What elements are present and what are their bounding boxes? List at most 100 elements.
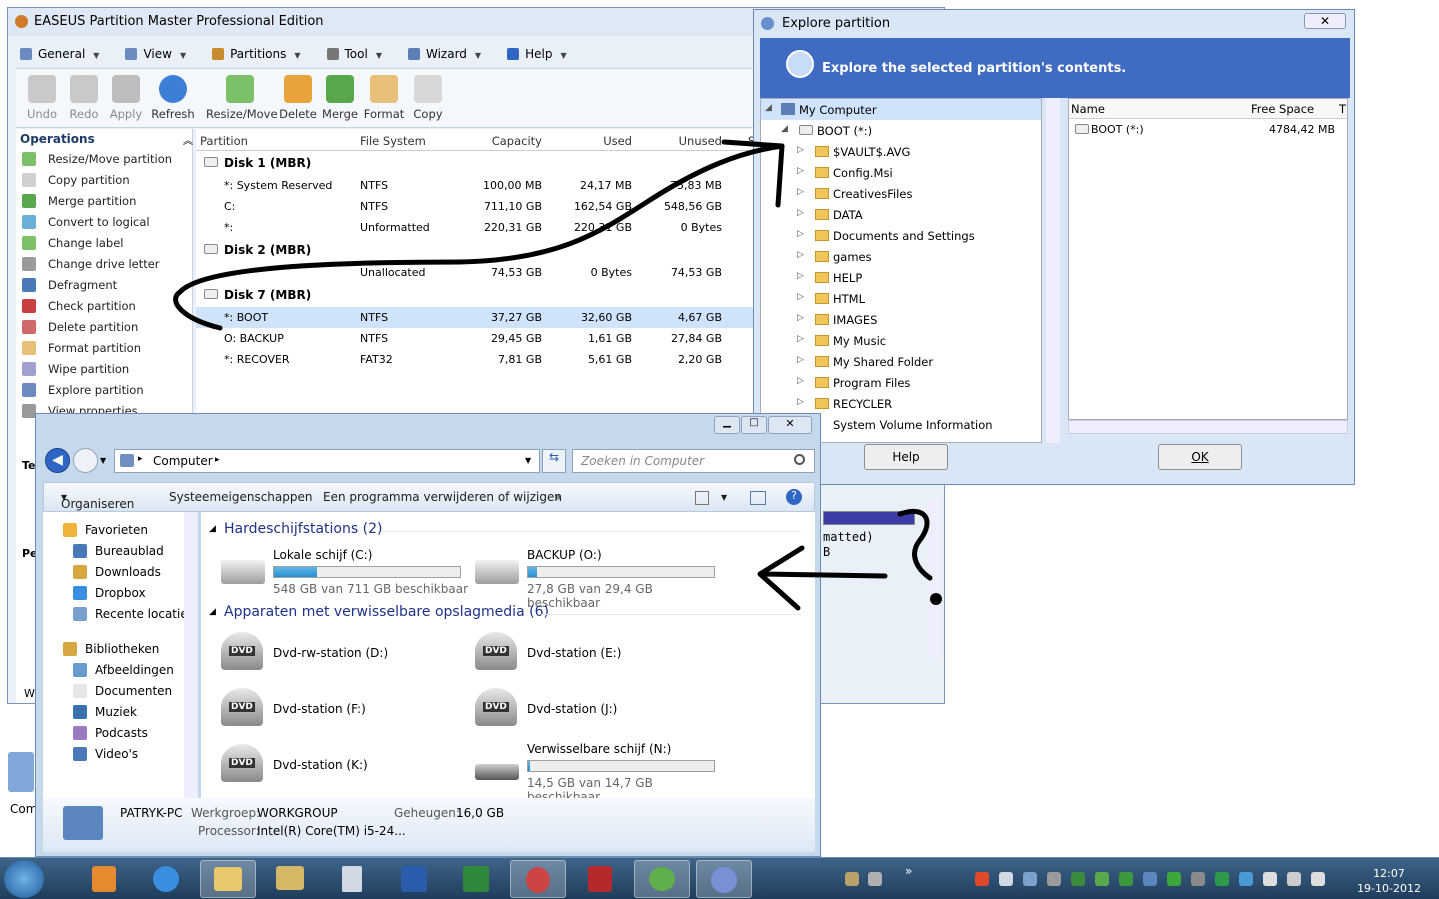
tray-icon[interactable]: [999, 872, 1013, 886]
tree-folder[interactable]: ▷ CreativesFiles: [761, 183, 1041, 204]
organize-button[interactable]: Organiseren ▾: [61, 490, 134, 511]
back-button[interactable]: ◀: [45, 448, 70, 473]
operation-explore-partition[interactable]: Explore partition: [16, 380, 192, 401]
help-button[interactable]: Help: [864, 444, 948, 470]
tray-icon[interactable]: [1191, 872, 1205, 886]
taskbar-easeus[interactable]: [696, 860, 752, 898]
tree-folder[interactable]: ▷ RECYCLER: [761, 393, 1041, 414]
nav-podcasts[interactable]: Podcasts: [43, 723, 198, 744]
address-bar[interactable]: ▸ Computer ▸ ▼: [114, 449, 540, 473]
tree-folder[interactable]: ▷ IMAGES: [761, 309, 1041, 330]
nav-video-s[interactable]: Video's: [43, 744, 198, 765]
nav-afbeeldingen[interactable]: Afbeeldingen: [43, 660, 198, 681]
expand-icon[interactable]: ▷: [797, 376, 804, 386]
tree-folder[interactable]: ▷ games: [761, 246, 1041, 267]
taskbar-snipping-tool[interactable]: [510, 860, 566, 898]
redo-button[interactable]: Redo: [64, 75, 104, 121]
partition-row[interactable]: *: RECOVER FAT32 7,81 GB 5,61 GB 2,20 GB: [196, 349, 761, 370]
collapse-icon[interactable]: ◢: [781, 124, 788, 134]
partition-row[interactable]: *: BOOT NTFS 37,27 GB 32,60 GB 4,67 GB: [196, 307, 761, 328]
undo-button[interactable]: Undo: [22, 75, 62, 121]
list-hscrollbar[interactable]: [1068, 420, 1348, 434]
expand-icon[interactable]: ▷: [797, 292, 804, 302]
minimize-button[interactable]: ▁: [714, 416, 740, 434]
taskbar-media-player[interactable]: [76, 860, 132, 898]
show-hidden-icons[interactable]: »: [905, 864, 912, 878]
dvd-drive-tile[interactable]: DVD Dvd-station (J:): [475, 686, 715, 736]
tree-folder[interactable]: ▷ $VAULT$.AVG: [761, 141, 1041, 162]
close-button[interactable]: ✕: [768, 416, 812, 434]
nav-favorites[interactable]: Favorieten: [43, 520, 198, 541]
tray-icon[interactable]: [1167, 872, 1181, 886]
partition-row[interactable]: *: Unformatted 220,31 GB 220,31 GB 0 Bytes: [196, 217, 761, 238]
disk-map-bar[interactable]: [823, 511, 915, 525]
nav-dropbox[interactable]: Dropbox: [43, 583, 198, 604]
merge-button[interactable]: Merge: [320, 75, 360, 121]
menu-general[interactable]: General ▼: [16, 41, 103, 67]
nav-documenten[interactable]: Documenten: [43, 681, 198, 702]
taskbar-calculator[interactable]: [324, 860, 380, 898]
tree-folder[interactable]: ▷ Documents and Settings: [761, 225, 1041, 246]
disk-header[interactable]: Disk 2 (MBR): [196, 238, 761, 262]
expand-icon[interactable]: ▷: [797, 166, 804, 176]
maximize-button[interactable]: □: [741, 416, 767, 434]
col-type[interactable]: T: [1339, 102, 1346, 116]
tree-folder[interactable]: ▷ HTML: [761, 288, 1041, 309]
taskbar-internet-explorer[interactable]: [138, 860, 194, 898]
taskbar-excel[interactable]: [448, 860, 504, 898]
address-dropdown-icon[interactable]: ▼: [525, 456, 531, 465]
menu-tool[interactable]: Tool ▼: [323, 41, 386, 67]
menu-help[interactable]: Help ▼: [503, 41, 571, 67]
tray-icon-2[interactable]: [868, 872, 882, 886]
drive-tile[interactable]: BACKUP (O:) 27,8 GB van 29,4 GB beschikba…: [475, 548, 725, 610]
more-button[interactable]: »: [554, 490, 561, 504]
desktop-computer-icon[interactable]: [8, 752, 34, 792]
tray-icon[interactable]: [1311, 872, 1325, 886]
tree-scrollbar[interactable]: [1046, 98, 1060, 443]
expand-icon[interactable]: ▷: [797, 355, 804, 365]
expand-icon[interactable]: ▷: [797, 187, 804, 197]
collapse-icon[interactable]: ◢: [765, 103, 772, 113]
tree-item-boot[interactable]: ◢ BOOT (*:): [761, 120, 1041, 141]
refresh-button[interactable]: ⇆: [542, 449, 566, 473]
column-used[interactable]: Used: [548, 134, 632, 148]
list-item[interactable]: BOOT (*:) 4784,42 MB: [1069, 119, 1347, 141]
nav-libraries[interactable]: Bibliotheken: [43, 639, 198, 660]
operation-copy-partition[interactable]: Copy partition: [16, 170, 192, 191]
expand-icon[interactable]: ▷: [797, 250, 804, 260]
tree-folder[interactable]: ▷ DATA: [761, 204, 1041, 225]
collapse-icon[interactable]: ◢: [209, 524, 216, 534]
tray-icon[interactable]: [1263, 872, 1277, 886]
expand-icon[interactable]: ▷: [797, 229, 804, 239]
taskbar-messenger[interactable]: [634, 860, 690, 898]
taskbar-word[interactable]: [386, 860, 442, 898]
operation-change-drive-letter[interactable]: Change drive letter: [16, 254, 192, 275]
nav-downloads[interactable]: Downloads: [43, 562, 198, 583]
view-dropdown-icon[interactable]: ▼: [721, 493, 727, 502]
dvd-drive-tile[interactable]: DVD Dvd-station (K:): [221, 742, 461, 792]
drive-tile[interactable]: Lokale schijf (C:) 548 GB van 711 GB besc…: [221, 548, 471, 598]
disk-header[interactable]: Disk 1 (MBR): [196, 151, 761, 175]
tree-folder[interactable]: ▷ Program Files: [761, 372, 1041, 393]
tree-folder[interactable]: ▷ HELP: [761, 267, 1041, 288]
apply-button[interactable]: Apply: [106, 75, 146, 121]
ok-button[interactable]: OK: [1158, 444, 1242, 470]
partition-row[interactable]: O: BACKUP NTFS 29,45 GB 1,61 GB 27,84 GB: [196, 328, 761, 349]
expand-icon[interactable]: ▷: [797, 145, 804, 155]
tray-icon[interactable]: [1023, 872, 1037, 886]
refresh-button[interactable]: Refresh: [148, 75, 198, 121]
start-button[interactable]: [4, 860, 44, 898]
nav-bureaublad[interactable]: Bureaublad: [43, 541, 198, 562]
operation-check-partition[interactable]: Check partition: [16, 296, 192, 317]
disk-header[interactable]: Disk 7 (MBR): [196, 283, 761, 307]
copy-button[interactable]: Copy: [410, 75, 446, 121]
operation-convert-to-logical[interactable]: Convert to logical: [16, 212, 192, 233]
tray-icon[interactable]: [1095, 872, 1109, 886]
tree-folder[interactable]: ▷ My Music: [761, 330, 1041, 351]
tray-icon[interactable]: [975, 872, 989, 886]
expand-icon[interactable]: ▷: [797, 208, 804, 218]
tray-icon[interactable]: [1239, 872, 1253, 886]
taskbar-app-9[interactable]: [572, 860, 628, 898]
history-dropdown-icon[interactable]: ▼: [100, 456, 106, 465]
partition-row[interactable]: *: System Reserved NTFS 100,00 MB 24,17 MB 7…: [196, 175, 761, 196]
